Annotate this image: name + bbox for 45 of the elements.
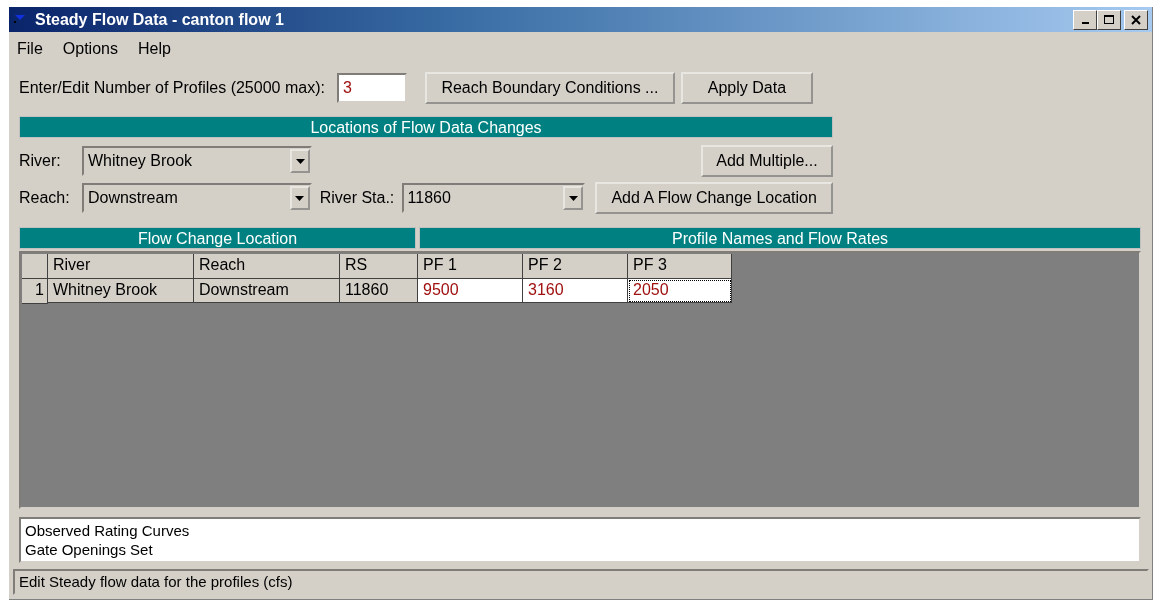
minimize-button[interactable] — [1073, 9, 1097, 30]
maximize-icon — [1104, 14, 1114, 25]
group-header: Flow Change Location — [19, 227, 416, 249]
dropdown-arrow-icon — [295, 158, 305, 164]
column-header[interactable]: RS — [340, 254, 418, 279]
reach-dropdown[interactable]: Downstream — [81, 183, 312, 213]
profiles-label: Enter/Edit Number of Profiles (25000 max): — [19, 78, 325, 97]
menu-item[interactable]: File — [17, 40, 43, 64]
window-title: Steady Flow Data - canton flow 1 — [35, 10, 284, 29]
note-line: Gate Openings Set — [25, 540, 153, 559]
section-header: Locations of Flow Data Changes — [19, 116, 833, 138]
close-button[interactable] — [1124, 9, 1148, 30]
table-cell: 11860 — [340, 279, 418, 303]
dropdown-arrow-icon — [295, 195, 305, 201]
column-header[interactable]: PF 1 — [418, 254, 523, 279]
river-station-dropdown[interactable]: 11860 — [401, 183, 586, 213]
boundary-conditions-button[interactable]: Reach Boundary Conditions ... — [424, 71, 675, 104]
table-cell[interactable]: 2050 — [628, 279, 732, 303]
river-dropdown[interactable]: Whitney Brook — [82, 146, 312, 176]
table-cell[interactable]: 3160 — [523, 279, 628, 303]
row-number: 1 — [22, 279, 48, 304]
column-header[interactable]: Reach — [194, 254, 340, 279]
table-cell: Whitney Brook — [48, 279, 194, 303]
menu-item[interactable]: Options — [62, 40, 118, 64]
column-header[interactable]: River — [48, 254, 194, 279]
column-header[interactable]: PF 3 — [628, 254, 732, 279]
river-label: River: — [19, 152, 62, 170]
close-icon — [1131, 14, 1141, 25]
group-header: Profile Names and Flow Rates — [419, 227, 1141, 249]
column-header[interactable]: PF 2 — [523, 254, 628, 279]
note-line: Observed Rating Curves — [25, 521, 190, 540]
dropdown-arrow-icon — [568, 195, 578, 201]
menu-item[interactable]: Help — [137, 40, 171, 64]
table-cell: Downstream — [194, 279, 340, 303]
apply-data-button[interactable]: Apply Data — [680, 71, 813, 104]
profiles-field[interactable]: 3 — [336, 72, 407, 103]
add-location-button[interactable]: Add A Flow Change Location — [595, 182, 833, 214]
reach-label: Reach: — [19, 189, 71, 207]
minimize-icon — [1081, 22, 1089, 24]
maximize-button[interactable] — [1097, 9, 1121, 30]
river-station-label: River Sta.: — [319, 189, 396, 207]
status-bar: Edit Steady flow data for the profiles (cfs) — [13, 569, 1149, 595]
corner-cell — [22, 254, 48, 279]
table-cell[interactable]: 9500 — [418, 279, 523, 303]
add-multiple-button[interactable]: Add Multiple... — [701, 145, 833, 177]
